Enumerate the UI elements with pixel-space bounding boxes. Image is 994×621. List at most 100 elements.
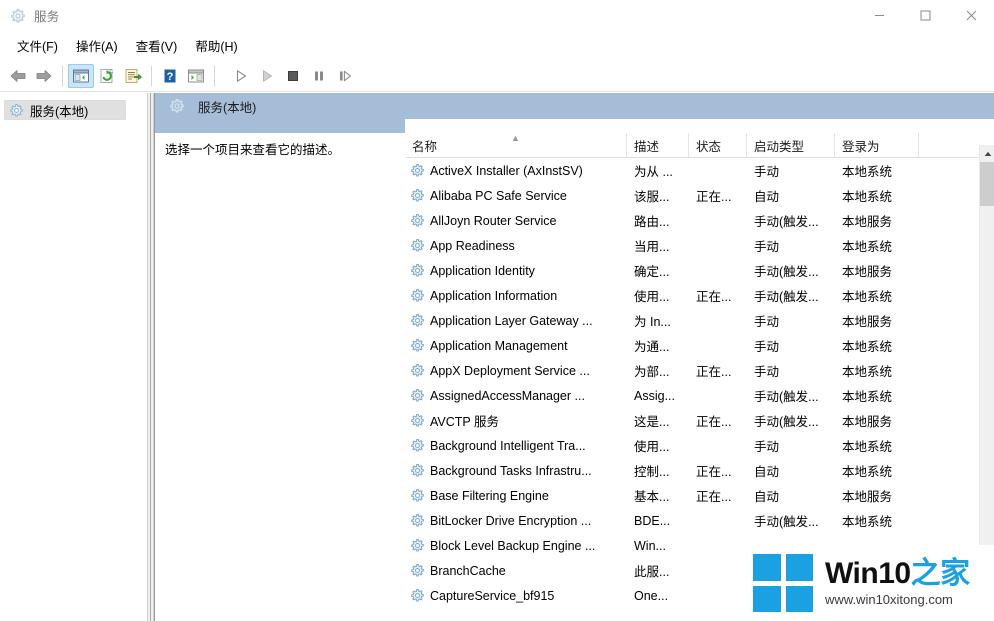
table-row[interactable]: AssignedAccessManager ... Assig... 手动(触发..… — [405, 383, 979, 408]
service-gear-icon — [410, 238, 426, 254]
table-row[interactable]: Alibaba PC Safe Service 该服... 正在... 自动 本地系统 — [405, 183, 979, 208]
start-service-icon[interactable] — [228, 64, 254, 88]
table-row[interactable]: Application Management 为通... 手动 本地系统 — [405, 333, 979, 358]
service-gear-icon — [410, 538, 426, 554]
cell-startup: 手动 — [754, 165, 780, 179]
cell-name: Base Filtering Engine — [405, 483, 627, 508]
service-name-text: Application Identity — [430, 263, 535, 278]
menu-help[interactable]: 帮助(H) — [186, 32, 246, 59]
cell-name: BitLocker Drive Encryption ... — [405, 508, 627, 533]
cell-logon: 本地系统 — [842, 290, 893, 304]
pause-service-icon[interactable] — [306, 64, 332, 88]
cell-name: Alibaba PC Safe Service — [405, 183, 627, 208]
services-gear-icon — [169, 98, 185, 114]
scrollbar-thumb[interactable] — [980, 162, 994, 206]
cell-status — [689, 558, 747, 583]
cell-status — [689, 233, 747, 258]
table-row[interactable]: App Readiness 当用... 手动 本地系统 — [405, 233, 979, 258]
refresh-icon[interactable] — [94, 64, 120, 88]
cell-startup: 手动(触发... — [754, 415, 819, 429]
tree-item-services-local[interactable]: 服务(本地) — [4, 100, 126, 120]
service-name-text: AppX Deployment Service ... — [430, 363, 590, 378]
cell-description: Assig... — [634, 388, 675, 403]
cell-name: ActiveX Installer (AxInstSV) — [405, 158, 627, 183]
table-row[interactable]: AppX Deployment Service ... 为部... 正在... 手动 本… — [405, 358, 979, 383]
scroll-up-arrow-icon[interactable] — [980, 145, 994, 162]
service-name-text: Application Management — [430, 338, 568, 353]
service-gear-icon — [410, 263, 426, 279]
cell-startup: 手动(触发... — [754, 215, 819, 229]
close-button[interactable] — [948, 0, 994, 31]
table-row[interactable]: Application Layer Gateway ... 为 In... 手动 本地… — [405, 308, 979, 333]
cell-status — [689, 433, 747, 458]
watermark-brand: Win10之家 — [825, 558, 970, 590]
cell-status: 正在... — [696, 465, 732, 479]
column-header-status[interactable]: 状态 — [689, 132, 747, 158]
show-hide-console-tree-icon[interactable] — [68, 63, 94, 88]
table-row[interactable]: Application Information 使用... 正在... 手动(触发..… — [405, 283, 979, 308]
service-name-text: Alibaba PC Safe Service — [430, 188, 567, 203]
cell-name: BranchCache — [405, 558, 627, 583]
menu-file[interactable]: 文件(F) — [8, 32, 67, 59]
column-header-spare[interactable] — [919, 133, 979, 158]
help-icon[interactable]: ? — [157, 64, 183, 88]
cell-description: 确定... — [634, 265, 670, 279]
table-row[interactable]: Application Identity 确定... 手动(触发... 本地服务 — [405, 258, 979, 283]
table-row[interactable]: AVCTP 服务 这是... 正在... 手动(触发... 本地服务 — [405, 408, 979, 433]
column-header-startup-type[interactable]: 启动类型 — [747, 132, 835, 158]
table-row[interactable]: BitLocker Drive Encryption ... BDE... 手动(触… — [405, 508, 979, 533]
content-area: 服务(本地) 服务(本地) 选择一个项目来查看它的描述。 名称 ▲ 描述 状态 … — [0, 93, 994, 621]
minimize-button[interactable] — [856, 0, 902, 31]
cell-description: 基本... — [634, 490, 670, 504]
title-bar: 服务 — [0, 0, 994, 31]
watermark-brand-cn: 之家 — [910, 557, 971, 590]
back-icon[interactable] — [5, 64, 31, 88]
cell-logon: 本地系统 — [842, 165, 893, 179]
cell-status: 正在... — [696, 190, 732, 204]
table-row[interactable]: ActiveX Installer (AxInstSV) 为从 ... 手动 本地系统 — [405, 158, 979, 183]
toolbar: ? — [0, 60, 994, 92]
cell-description: 使用... — [634, 290, 670, 304]
table-row[interactable]: Background Tasks Infrastru... 控制... 正在... 自… — [405, 458, 979, 483]
service-name-text: AllJoyn Router Service — [430, 213, 557, 228]
table-row[interactable]: Base Filtering Engine 基本... 正在... 自动 本地服务 — [405, 483, 979, 508]
table-row[interactable]: AllJoyn Router Service 路由... 手动(触发... 本地服务 — [405, 208, 979, 233]
menu-action[interactable]: 操作(A) — [67, 32, 127, 59]
cell-description: 此服... — [634, 565, 670, 579]
cell-logon: 本地系统 — [842, 465, 893, 479]
cell-logon: 本地系统 — [842, 240, 893, 254]
maximize-button[interactable] — [902, 0, 948, 31]
forward-icon[interactable] — [31, 64, 57, 88]
column-header-log-on-as[interactable]: 登录为 — [835, 132, 919, 158]
cell-startup: 手动 — [754, 440, 780, 454]
cell-description: One... — [634, 588, 669, 603]
cell-description: 该服... — [634, 190, 670, 204]
cell-status: 正在... — [696, 490, 732, 504]
cell-name: AllJoyn Router Service — [405, 208, 627, 233]
cell-status — [689, 333, 747, 358]
column-header-name[interactable]: 名称 ▲ — [405, 132, 627, 158]
service-name-text: AssignedAccessManager ... — [430, 388, 585, 403]
menu-view[interactable]: 查看(V) — [127, 32, 187, 59]
cell-name: Application Identity — [405, 258, 627, 283]
pane-splitter[interactable] — [147, 93, 154, 621]
toolbar-separator — [62, 65, 63, 86]
restart-service-icon[interactable] — [332, 64, 358, 88]
service-name-text: BranchCache — [430, 563, 506, 578]
column-header-description[interactable]: 描述 — [627, 132, 689, 158]
cell-status — [689, 383, 747, 408]
cell-description: 使用... — [634, 440, 670, 454]
table-row[interactable]: Background Intelligent Tra... 使用... 手动 本地系统 — [405, 433, 979, 458]
details-pane: 服务(本地) 选择一个项目来查看它的描述。 名称 ▲ 描述 状态 启动类型 登录… — [154, 93, 994, 621]
service-name-text: Block Level Backup Engine ... — [430, 538, 596, 553]
export-list-icon[interactable] — [120, 64, 146, 88]
show-action-pane-icon[interactable] — [183, 64, 209, 88]
cell-logon: 本地服务 — [842, 415, 893, 429]
cell-description: 路由... — [634, 215, 670, 229]
resume-service-icon[interactable] — [254, 64, 280, 88]
service-gear-icon — [410, 188, 426, 204]
cell-status — [689, 308, 747, 333]
services-window: 服务 文件(F) 操作(A) 查看(V) 帮助(H) ? 服务(本地) 服务(本… — [0, 0, 994, 621]
stop-service-icon[interactable] — [280, 64, 306, 88]
service-name-text: ActiveX Installer (AxInstSV) — [430, 163, 583, 178]
